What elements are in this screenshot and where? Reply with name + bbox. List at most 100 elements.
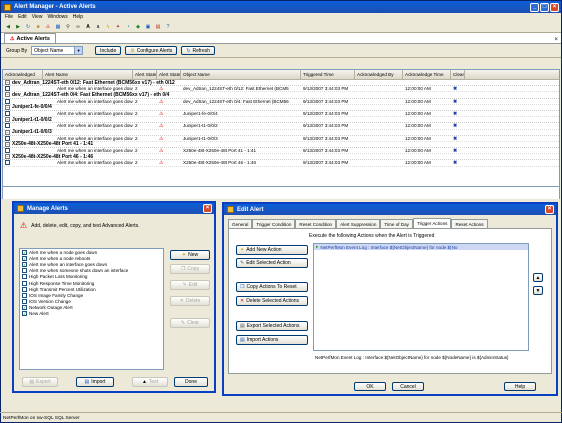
chart-icon[interactable]: ▤ bbox=[154, 23, 162, 31]
clear-icon[interactable]: ✖ bbox=[453, 136, 457, 141]
menu-help[interactable]: Help bbox=[73, 14, 83, 20]
ack-checkbox[interactable] bbox=[5, 160, 10, 166]
clear-icon[interactable]: ✖ bbox=[453, 99, 457, 104]
tab-reset-condition[interactable]: Reset Condition bbox=[295, 219, 337, 228]
tab-reset-actions[interactable]: Reset Actions bbox=[451, 219, 488, 228]
alert-checkbox[interactable]: ✓ bbox=[22, 311, 27, 317]
alert-checkbox[interactable] bbox=[22, 280, 27, 286]
delete-actions-button[interactable]: ✕ Delete Selected Actions bbox=[236, 296, 308, 306]
edit-action-button[interactable]: ✎ Edit Selected Action bbox=[236, 258, 308, 268]
alert-checkbox[interactable] bbox=[22, 286, 27, 292]
clear-icon[interactable]: ✖ bbox=[453, 160, 457, 165]
monitor-icon[interactable]: ▣ bbox=[144, 23, 152, 31]
collapse-icon[interactable]: − bbox=[5, 129, 10, 135]
lightning-icon[interactable]: ϟ bbox=[104, 23, 112, 31]
edit-button[interactable]: ✎ Edit bbox=[170, 280, 210, 290]
column-header[interactable]: Triggered Time bbox=[301, 70, 355, 79]
cancel-button[interactable]: Cancel bbox=[392, 382, 424, 391]
list-item[interactable]: ✓ New Alert bbox=[20, 311, 163, 317]
tab-alert-suppression[interactable]: Alert Suppression bbox=[336, 219, 381, 228]
maximize-button[interactable]: □ bbox=[540, 2, 549, 12]
help-icon[interactable]: ? bbox=[164, 23, 172, 31]
copy-actions-button[interactable]: ❐ Copy Actions To Reset bbox=[236, 282, 308, 292]
back-icon[interactable]: ◀ bbox=[4, 23, 12, 31]
node-icon[interactable]: ◆ bbox=[134, 23, 142, 31]
ack-checkbox[interactable] bbox=[5, 123, 10, 129]
alert-checkbox[interactable] bbox=[22, 292, 27, 298]
alerts-list[interactable]: ✓ Alert me when a node goes down ✓ Alert me… bbox=[19, 248, 164, 370]
alert-checkbox[interactable]: ✓ bbox=[22, 255, 27, 261]
table-row[interactable]: Alert me when an interface goes down 2 ⚠ X2… bbox=[3, 160, 559, 167]
refresh-button[interactable]: ↻ Refresh bbox=[181, 46, 216, 55]
ack-checkbox[interactable] bbox=[5, 98, 10, 104]
collapse-icon[interactable]: − bbox=[5, 141, 10, 147]
ack-checkbox[interactable] bbox=[5, 86, 10, 92]
actions-list[interactable]: ▸ NetPerfMon Event Log : Interface ${Net… bbox=[313, 243, 529, 351]
column-header[interactable]: Alert Name bbox=[43, 70, 133, 79]
column-header[interactable]: Acknowledged By bbox=[355, 70, 403, 79]
collapse-icon[interactable]: − bbox=[5, 104, 10, 110]
binoculars-icon[interactable]: ∞ bbox=[74, 23, 82, 31]
close-button[interactable]: × bbox=[545, 205, 554, 214]
alert-checkbox[interactable] bbox=[22, 274, 27, 280]
column-header[interactable]: Clear bbox=[451, 70, 465, 79]
menu-windows[interactable]: Windows bbox=[47, 14, 67, 20]
alert-checkbox[interactable] bbox=[22, 268, 27, 274]
refresh-icon[interactable]: ↻ bbox=[24, 23, 32, 31]
gauge-icon[interactable]: ◔ bbox=[124, 23, 132, 31]
tab-trigger-actions[interactable]: Trigger Actions bbox=[412, 218, 452, 228]
export-actions-button[interactable]: ▤ Export Selected Actions bbox=[236, 321, 308, 331]
tab-active-alerts[interactable]: ⚠ Active Alerts bbox=[4, 33, 56, 43]
menu-edit[interactable]: Edit bbox=[18, 14, 27, 20]
minimize-button[interactable]: _ bbox=[530, 2, 539, 12]
clear-icon[interactable]: ✖ bbox=[453, 148, 457, 153]
export-button[interactable]: ▤ Export bbox=[22, 377, 58, 387]
ack-checkbox[interactable] bbox=[5, 148, 10, 154]
clear-icon[interactable]: ✖ bbox=[453, 111, 457, 116]
configure-alerts-button[interactable]: ⚙ Configure Alerts bbox=[125, 46, 178, 55]
ack-checkbox[interactable] bbox=[5, 135, 10, 141]
clear-icon[interactable]: ✖ bbox=[453, 86, 457, 91]
clear-icon[interactable]: ✖ bbox=[453, 123, 457, 128]
tab-trigger-condition[interactable]: Trigger Condition bbox=[252, 219, 296, 228]
column-header[interactable]: Acknowledge Time bbox=[403, 70, 451, 79]
copy-button[interactable]: ❐ Copy bbox=[170, 264, 210, 274]
column-header[interactable]: Object Name bbox=[181, 70, 301, 79]
grid-icon[interactable]: ▦ bbox=[54, 23, 62, 31]
clear-button[interactable]: ✎ Clear bbox=[170, 318, 210, 328]
alert-checkbox[interactable]: ✓ bbox=[22, 249, 27, 255]
tab-time-of-day[interactable]: Time of Day bbox=[380, 219, 413, 228]
collapse-icon[interactable]: − bbox=[5, 117, 10, 123]
column-header[interactable]: Alert State bbox=[133, 70, 157, 79]
move-down-button[interactable]: ▼ bbox=[533, 286, 543, 295]
menu-file[interactable]: File bbox=[5, 14, 13, 20]
import-actions-button[interactable]: ▤ Import Actions bbox=[236, 335, 308, 345]
new-button[interactable]: ✦ New bbox=[170, 250, 210, 260]
alert-checkbox[interactable]: ✓ bbox=[22, 305, 27, 311]
ack-checkbox[interactable] bbox=[5, 110, 10, 116]
action-item[interactable]: ▸ NetPerfMon Event Log : Interface ${Net… bbox=[314, 244, 528, 251]
close-button[interactable]: × bbox=[550, 2, 559, 12]
help-button[interactable]: Help bbox=[504, 382, 536, 391]
collapse-icon[interactable]: − bbox=[5, 92, 10, 98]
alert-checkbox[interactable] bbox=[22, 299, 27, 305]
close-button[interactable]: × bbox=[203, 204, 212, 213]
alert-checkbox[interactable]: ✓ bbox=[22, 261, 27, 267]
import-button[interactable]: ▤ Import bbox=[76, 377, 114, 387]
star-icon[interactable]: ✦ bbox=[114, 23, 122, 31]
search-icon[interactable]: ⚲ bbox=[64, 23, 72, 31]
column-header[interactable]: Acknowledged bbox=[3, 70, 43, 79]
test-button[interactable]: ▲ Test bbox=[132, 377, 168, 387]
collapse-icon[interactable]: − bbox=[5, 80, 10, 86]
forward-icon[interactable]: ▶ bbox=[14, 23, 22, 31]
delete-button[interactable]: ✕ Delete bbox=[170, 296, 210, 306]
column-header[interactable]: Alert State bbox=[157, 70, 181, 79]
ok-button[interactable]: OK bbox=[354, 382, 386, 391]
font-small-icon[interactable]: a bbox=[94, 23, 102, 31]
include-button[interactable]: Include bbox=[95, 46, 122, 55]
move-up-button[interactable]: ▲ bbox=[533, 273, 543, 282]
collapse-icon[interactable]: − bbox=[5, 154, 10, 160]
tab-close-icon[interactable]: × bbox=[554, 37, 561, 43]
menu-view[interactable]: View bbox=[32, 14, 43, 20]
done-button[interactable]: Done bbox=[174, 377, 208, 387]
